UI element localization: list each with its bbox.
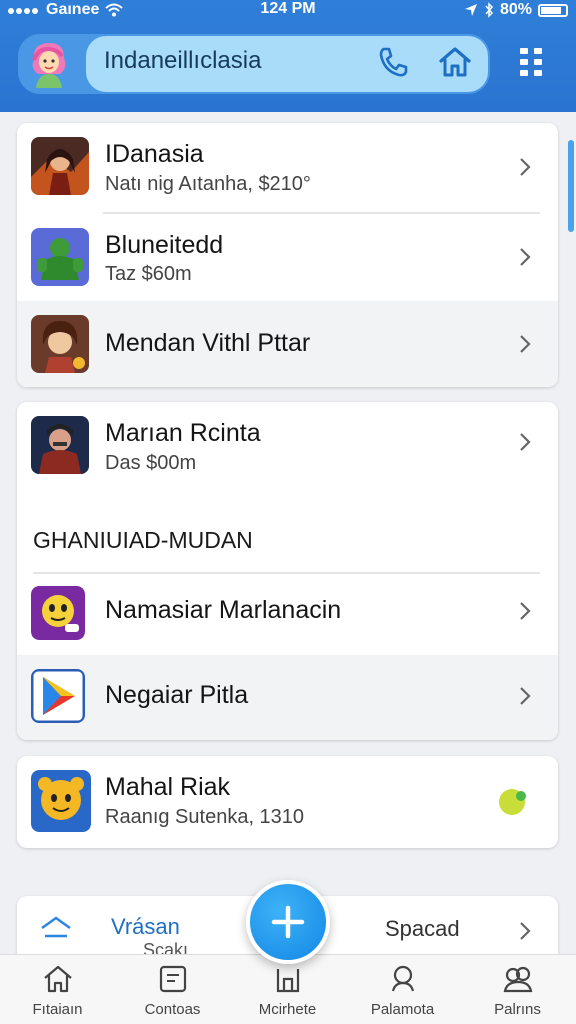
search-query: Indaneillıclasia — [104, 47, 262, 74]
status-dot-icon — [499, 789, 526, 815]
tab-label: Fıtaiaın — [32, 1001, 83, 1018]
tab-people[interactable]: Palrıns — [460, 955, 575, 1024]
bottom-tab-bar: Fıtaiaın Contoas Mcirhete Palamota Palrı… — [0, 954, 576, 1024]
phone-icon[interactable] — [376, 44, 410, 80]
list-item[interactable]: IDanasia Natı nig Aıtanha, $210° — [17, 123, 558, 213]
list-item[interactable]: Marıan Rcinta Das $00m — [17, 402, 558, 492]
app-thumbnail — [31, 770, 91, 832]
home-icon — [44, 965, 72, 993]
app-thumbnail — [31, 586, 85, 640]
chevron-right-icon — [520, 158, 531, 176]
tab-label: Mcirhete — [258, 1001, 317, 1018]
list-item[interactable]: Negaiar Pitla — [17, 655, 558, 740]
list-item[interactable]: Mendan Vithl Pttar — [17, 301, 558, 387]
scrollbar[interactable] — [568, 140, 574, 232]
list-card-1: IDanasia Natı nig Aıtanha, $210° Bluneit… — [17, 123, 558, 387]
item-title: Bluneitedd — [105, 231, 224, 259]
profile-icon — [391, 965, 415, 992]
item-subtitle: Natı nig Aıtanha, $210° — [105, 173, 311, 195]
location-icon — [464, 4, 477, 16]
grid-menu-icon[interactable] — [520, 48, 546, 76]
chevron-right-icon — [520, 335, 531, 353]
item-title: Mendan Vithl Pttar — [105, 329, 311, 357]
section-header: GHANIUIAD-MUDAN — [33, 527, 253, 553]
tab-label: Palrıns — [494, 1001, 541, 1018]
app-header: Gaınee 124 PM 80% Indaneillıclasia — [0, 0, 576, 112]
list-card-3[interactable]: Mahal Riak Raanıg Sutenka, 1310 — [17, 756, 558, 848]
quick-action-label[interactable]: Vrásan — [111, 914, 180, 940]
list-card-2: Marıan Rcinta Das $00m GHANIUIAD-MUDAN N… — [17, 402, 558, 740]
chevron-right-icon — [520, 433, 531, 451]
item-subtitle: Taz $60m — [105, 263, 192, 285]
item-title: Namasiar Marlanacin — [105, 596, 342, 624]
item-title: Negaiar Pitla — [105, 681, 249, 709]
tab-label: Palamota — [370, 1001, 435, 1018]
battery-percent: 80% — [499, 1, 532, 18]
item-title: Mahal Riak — [105, 773, 231, 801]
tab-contacts[interactable]: Contoas — [115, 955, 230, 1024]
status-bar: Gaınee 124 PM 80% — [0, 0, 576, 22]
tab-profile[interactable]: Palamota — [345, 955, 460, 1024]
market-icon — [276, 969, 300, 993]
game-thumbnail — [31, 137, 89, 195]
home-outline-icon[interactable] — [39, 914, 73, 942]
item-title: Marıan Rcinta — [105, 419, 261, 447]
add-button[interactable] — [246, 880, 330, 964]
item-subtitle: Das $00m — [105, 452, 197, 474]
list-item[interactable]: Bluneitedd Taz $60m — [17, 214, 558, 300]
item-subtitle: Raanıg Sutenka, 1310 — [105, 806, 305, 828]
play-store-icon — [31, 669, 85, 723]
quick-action-label[interactable]: Spacad — [385, 916, 460, 942]
game-thumbnail — [31, 228, 89, 286]
tab-home[interactable]: Fıtaiaın — [0, 955, 115, 1024]
list-item[interactable]: Namasiar Marlanacin — [17, 574, 558, 654]
plus-icon — [271, 905, 305, 939]
tab-label: Contoas — [144, 1001, 201, 1018]
bluetooth-icon — [485, 2, 493, 18]
game-thumbnail — [31, 416, 89, 474]
home-icon[interactable] — [438, 44, 472, 80]
people-icon — [503, 966, 533, 993]
battery-icon — [538, 3, 568, 17]
chevron-right-icon — [520, 922, 531, 940]
contacts-icon — [159, 965, 187, 993]
tab-market[interactable]: Mcirhete — [230, 955, 345, 1024]
avatar[interactable] — [28, 40, 70, 88]
item-title: IDanasia — [105, 140, 204, 168]
game-thumbnail — [31, 315, 89, 373]
chevron-right-icon — [520, 248, 531, 266]
chevron-right-icon — [520, 602, 531, 620]
chevron-right-icon — [520, 687, 531, 705]
